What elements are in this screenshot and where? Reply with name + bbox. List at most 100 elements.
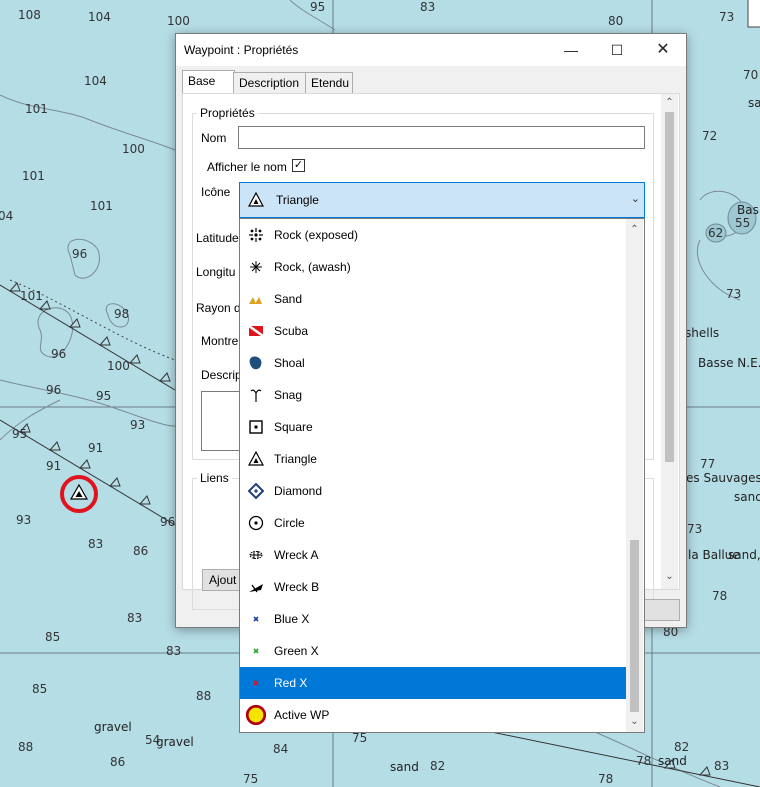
links-group-title: Liens (197, 471, 232, 485)
dropdown-item-label: Green X (274, 644, 319, 658)
icon-label: Icône (201, 185, 231, 199)
depth-sounding: 98 (114, 307, 130, 321)
dropdown-scroll-up-icon[interactable]: ⌃ (626, 221, 643, 238)
map-label: Bas (737, 203, 759, 217)
depth-sounding: 93 (16, 513, 32, 527)
map-label: es Sauvages (686, 471, 760, 485)
depth-sounding: 96 (72, 247, 88, 261)
depth-sounding: 100 (122, 142, 145, 156)
radius-label: Rayon d (196, 301, 241, 315)
depth-sounding: 80 (608, 14, 624, 28)
depth-sounding: 96 (46, 383, 62, 397)
dropdown-item-scuba[interactable]: Scuba (240, 315, 626, 347)
dropdown-item-label: Rock (exposed) (274, 228, 359, 242)
square-icon (249, 420, 263, 434)
close-icon[interactable]: ✕ (640, 34, 686, 66)
panel-scroll-thumb[interactable] (665, 112, 674, 462)
name-input[interactable] (238, 126, 645, 149)
depth-sounding: 101 (90, 199, 113, 213)
description-label: Descrip (201, 368, 242, 382)
dropdown-item-triangle[interactable]: Triangle (240, 443, 626, 475)
depth-sounding: 100 (107, 359, 130, 373)
icon-combobox[interactable]: Triangle ⌄ (239, 182, 645, 218)
depth-sounding: 83 (714, 759, 730, 773)
wreck-a-icon (249, 551, 263, 559)
dropdown-scroll-thumb[interactable] (630, 540, 639, 712)
dropdown-item-square[interactable]: Square (240, 411, 626, 443)
depth-sounding: 91 (88, 441, 104, 455)
dialog-title: Waypoint : Propriétés (184, 43, 299, 57)
depth-sounding: 78 (712, 589, 728, 603)
scroll-down-icon[interactable]: ⌄ (661, 568, 678, 585)
depth-sounding: 55 (735, 216, 751, 230)
depth-sounding: 101 (25, 102, 48, 116)
dropdown-item-shoal[interactable]: Shoal (240, 347, 626, 379)
dropdown-item-rock-exposed[interactable]: Rock (exposed) (240, 219, 626, 251)
depth-sounding: 104 (88, 10, 111, 24)
dropdown-scroll-down-icon[interactable]: ⌄ (626, 713, 643, 730)
depth-sounding: 78 (598, 772, 614, 786)
depth-sounding: 86 (133, 544, 149, 558)
dropdown-item-active-wp[interactable]: Active WP (240, 699, 626, 731)
depth-sounding: 108 (18, 8, 41, 22)
depth-sounding: 73 (726, 287, 742, 301)
dropdown-item-green-x[interactable]: Green X (240, 635, 626, 667)
triangle-icon (248, 451, 264, 466)
depth-sounding: 91 (46, 459, 62, 473)
map-label: sand (658, 754, 687, 768)
depth-sounding: 95 (310, 0, 326, 14)
dropdown-item-label: Circle (274, 516, 305, 530)
maximize-icon[interactable]: ☐ (594, 34, 640, 66)
scuba-icon (248, 324, 264, 338)
dropdown-item-label: Active WP (274, 708, 330, 722)
dropdown-item-wreck-a[interactable]: Wreck A (240, 539, 626, 571)
dropdown-item-wreck-b[interactable]: Wreck B (240, 571, 626, 603)
title-bar[interactable]: Waypoint : Propriétés — ☐ ✕ (176, 34, 686, 66)
name-label: Nom (201, 131, 227, 145)
show-name-checkbox[interactable]: ✓ (292, 159, 305, 172)
show-name-label: Afficher le nom (207, 160, 287, 174)
depth-sounding: 95 (96, 389, 112, 403)
depth-sounding: 70 (743, 68, 759, 82)
dropdown-item-rock-awash[interactable]: Rock, (awash) (240, 251, 626, 283)
depth-sounding: 75 (243, 772, 259, 786)
dropdown-item-label: Wreck B (274, 580, 320, 594)
show-label: Montre (201, 334, 239, 348)
map-label: sand (734, 490, 760, 504)
chevron-down-icon[interactable]: ⌄ (631, 192, 640, 205)
depth-sounding: 96 (160, 515, 176, 529)
depth-sounding: 85 (45, 630, 61, 644)
panel-scrollbar[interactable]: ⌃ ⌄ (661, 94, 678, 589)
dropdown-item-sand[interactable]: Sand (240, 283, 626, 315)
depth-sounding: 86 (110, 755, 126, 769)
minimize-icon[interactable]: — (548, 34, 594, 66)
dropdown-scrollbar[interactable]: ⌃ ⌄ (626, 219, 643, 732)
depth-sounding: 96 (51, 347, 67, 361)
depth-sounding: 04 (0, 209, 14, 223)
dropdown-item-red-x[interactable]: Red X (240, 667, 626, 699)
depth-sounding: 95 (12, 427, 28, 441)
dropdown-item-circle[interactable]: Circle (240, 507, 626, 539)
map-label: shells (685, 326, 720, 340)
depth-sounding: 72 (702, 129, 718, 143)
icon-dropdown-list[interactable]: Rock (exposed) Rock, (awash) Sand Scuba Shoa… (239, 218, 645, 733)
dropdown-item-diamond[interactable]: Diamond (240, 475, 626, 507)
dropdown-item-label: Snag (274, 388, 303, 402)
sand-icon (249, 297, 262, 304)
map-label: sand,r (728, 548, 760, 562)
dropdown-item-snag[interactable]: Snag (240, 379, 626, 411)
depth-sounding: 84 (273, 742, 289, 756)
tab-base[interactable]: Base (182, 70, 235, 95)
snag-icon (250, 389, 262, 402)
depth-sounding: 88 (196, 689, 212, 703)
circle-icon (248, 515, 264, 531)
map-label: Basse N.E. (698, 356, 760, 370)
rock-exposed-icon (249, 228, 263, 242)
depth-sounding: 104 (84, 74, 107, 88)
tab-etendu[interactable]: Etendu (305, 72, 353, 93)
tab-description[interactable]: Description (233, 72, 307, 93)
map-label: gravel (94, 720, 132, 734)
dropdown-item-label: Blue X (274, 612, 310, 626)
scroll-up-icon[interactable]: ⌃ (661, 94, 678, 111)
dropdown-item-blue-x[interactable]: Blue X (240, 603, 626, 635)
